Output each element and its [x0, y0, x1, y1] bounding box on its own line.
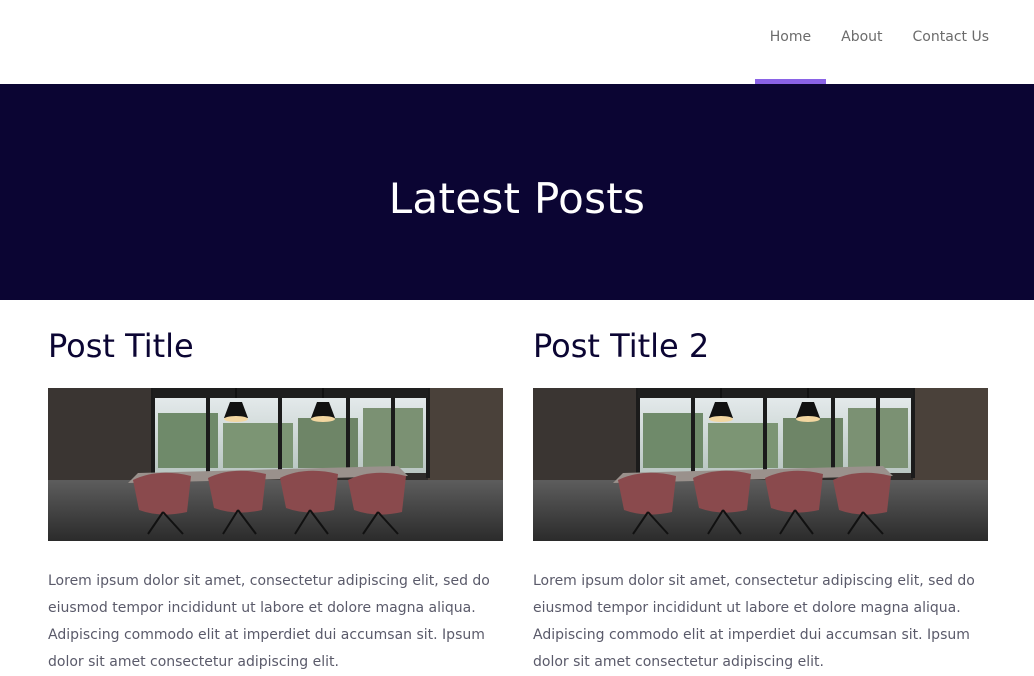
hero-banner: Latest Posts: [0, 84, 1034, 300]
nav-item-home[interactable]: Home: [754, 0, 827, 84]
nav-item-label: Home: [769, 29, 812, 45]
post-title[interactable]: Post Title 2: [533, 326, 988, 366]
hero-title: Latest Posts: [388, 173, 646, 223]
post-image[interactable]: [533, 388, 988, 541]
site-header: Home About Contact Us: [0, 0, 1034, 84]
post-card: Post Title 2 Lorem ipsum dolor sit amet,…: [533, 300, 988, 676]
conference-room-photo: [48, 388, 503, 541]
nav-item-contact-us[interactable]: Contact Us: [898, 0, 1004, 84]
main-nav: Home About Contact Us: [754, 0, 1004, 84]
page: Home About Contact Us Latest Posts Post …: [0, 0, 1034, 676]
nav-item-label: Contact Us: [912, 29, 989, 45]
nav-item-about[interactable]: About: [826, 0, 897, 84]
post-card: Post Title Lorem ipsum dolor sit amet, c…: [48, 300, 503, 676]
post-excerpt: Lorem ipsum dolor sit amet, consectetur …: [533, 573, 975, 670]
post-excerpt: Lorem ipsum dolor sit amet, consectetur …: [48, 573, 490, 670]
post-image[interactable]: [48, 388, 503, 541]
post-title[interactable]: Post Title: [48, 326, 503, 366]
nav-item-label: About: [841, 29, 883, 45]
conference-room-photo: [533, 388, 988, 541]
